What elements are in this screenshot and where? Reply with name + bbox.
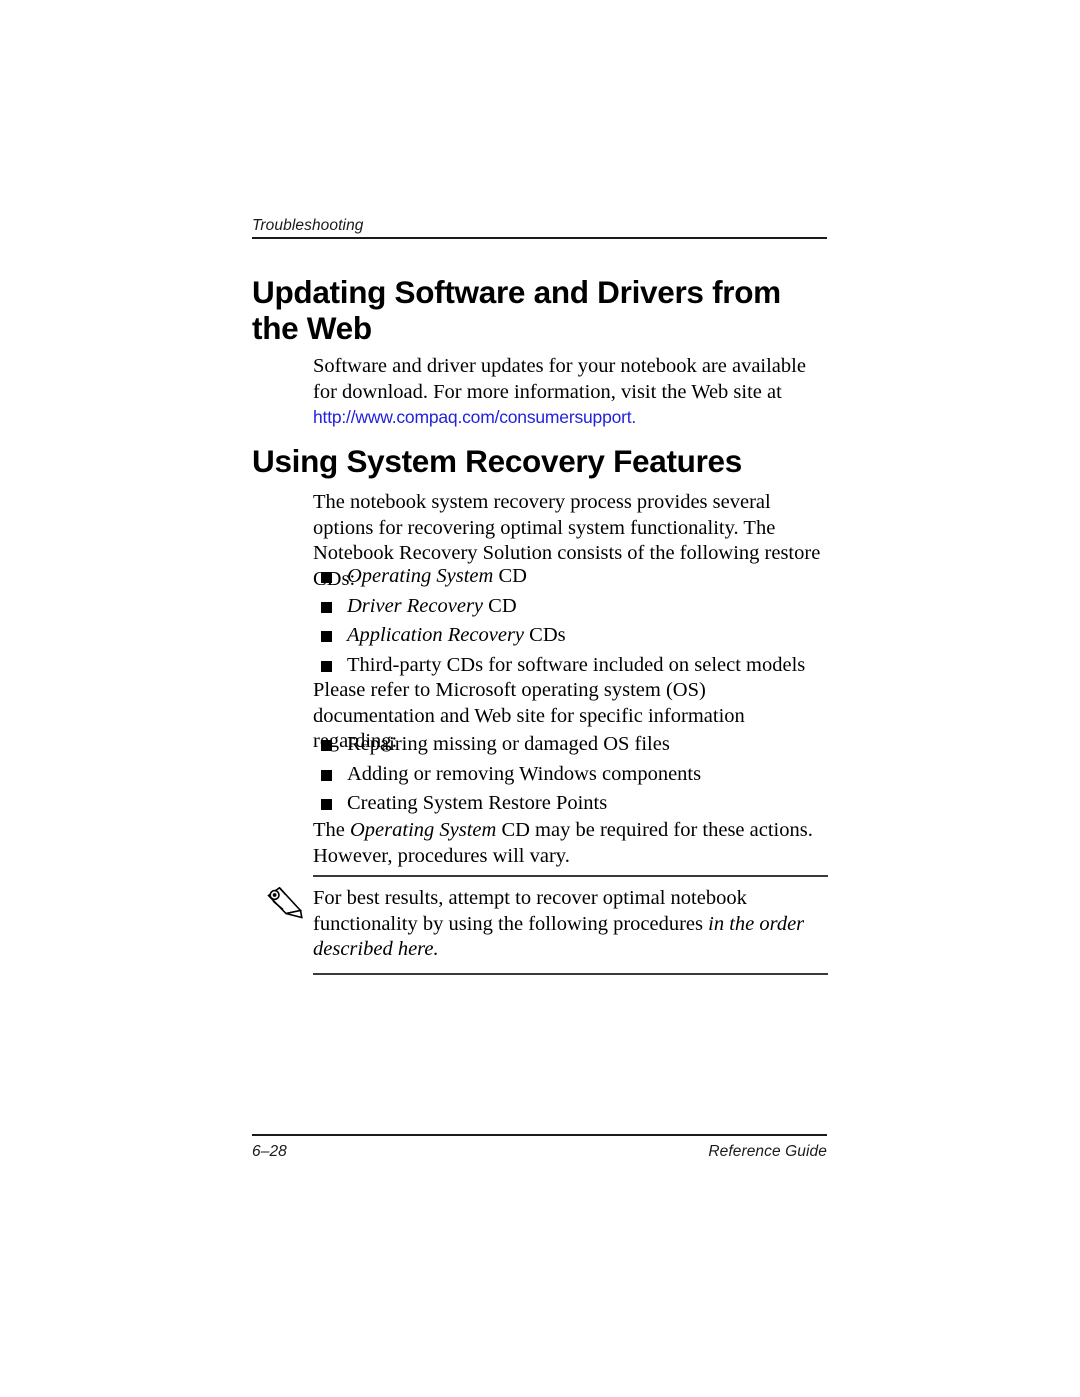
- note-text: For best results, attempt to recover opt…: [313, 886, 828, 963]
- list-item-label: Repairing missing or damaged OS files: [347, 733, 670, 755]
- list-item: Driver Recovery CD: [313, 592, 828, 622]
- paragraph-text-italic: Operating System: [350, 819, 497, 841]
- consumersupport-link[interactable]: http://www.compaq.com/consumersupport.: [313, 407, 636, 427]
- note-bottom-divider: [313, 972, 828, 975]
- list-item: Adding or removing Windows components: [313, 760, 828, 790]
- square-bullet-icon: [321, 799, 332, 810]
- list-item: Operating System CD: [313, 562, 828, 592]
- page-number: 6–28: [252, 1143, 287, 1160]
- footer-row: 6–28 Reference Guide: [252, 1143, 827, 1161]
- list-item-label: Creating System Restore Points: [347, 792, 608, 814]
- paragraph-text: Software and driver updates for your not…: [313, 355, 806, 403]
- list-item-italic: Driver Recovery: [347, 594, 484, 617]
- document-page: Troubleshooting Updating Software and Dr…: [0, 0, 1080, 1397]
- square-bullet-icon: [321, 601, 332, 613]
- list-item: Repairing missing or damaged OS files: [313, 730, 828, 760]
- list-item-roman: CDs: [524, 624, 566, 646]
- running-head-label: Troubleshooting: [252, 217, 364, 234]
- header-divider: [252, 237, 827, 239]
- section-heading-updating-software: Updating Software and Drivers from the W…: [252, 274, 781, 346]
- paragraph-software-updates: Software and driver updates for your not…: [313, 354, 828, 431]
- restore-cd-list: Operating System CD Driver Recovery CD A…: [313, 562, 828, 680]
- guide-title: Reference Guide: [708, 1143, 827, 1160]
- square-bullet-icon: [321, 769, 332, 781]
- list-item-label: Adding or removing Windows components: [347, 762, 702, 785]
- paragraph-text-pre: The: [313, 819, 350, 841]
- footer-divider: [252, 1134, 827, 1136]
- note-box: For best results, attempt to recover opt…: [267, 875, 828, 975]
- note-body: For best results, attempt to recover opt…: [267, 877, 828, 973]
- list-item-roman: Third-party CDs for software included on…: [347, 653, 806, 676]
- paragraph-operating-system-cd: The Operating System CD may be required …: [313, 818, 828, 869]
- square-bullet-icon: [321, 660, 332, 672]
- page-header: Troubleshooting: [252, 216, 827, 239]
- list-item-italic: Operating System: [347, 565, 494, 587]
- square-bullet-icon: [321, 572, 332, 583]
- square-bullet-icon: [321, 740, 332, 751]
- list-item: Application Recovery CDs: [313, 621, 828, 651]
- list-item: Creating System Restore Points: [313, 789, 828, 819]
- os-actions-list: Repairing missing or damaged OS files Ad…: [313, 730, 828, 819]
- list-item-roman: CD: [483, 594, 517, 617]
- note-text-roman: For best results, attempt to recover opt…: [313, 887, 747, 935]
- list-item-italic: Application Recovery: [347, 624, 525, 646]
- pencil-icon: [265, 886, 305, 920]
- list-item: Third-party CDs for software included on…: [313, 651, 828, 681]
- square-bullet-icon: [321, 631, 332, 642]
- list-item-roman: CD: [493, 565, 527, 587]
- section-heading-system-recovery: Using System Recovery Features: [252, 443, 742, 479]
- page-footer: 6–28 Reference Guide: [252, 1134, 827, 1161]
